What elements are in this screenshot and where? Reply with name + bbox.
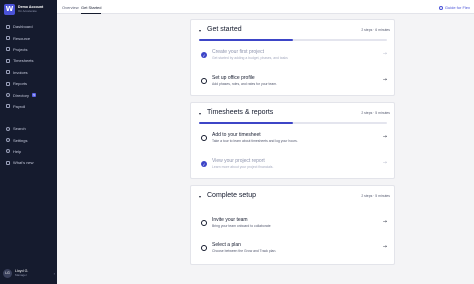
step-title: Add to your timesheet	[212, 132, 261, 138]
sidebar-item-projects[interactable]: Projects	[3, 44, 55, 55]
account-logo: W	[4, 3, 15, 15]
step-office-profile[interactable]: Set up office profile Add phases, roles,…	[191, 72, 396, 94]
tab-get-started[interactable]: Get Started	[81, 5, 102, 14]
account-plan: On Accelerate	[18, 9, 37, 13]
sidebar-item-dashboard[interactable]: Dashboard	[3, 21, 55, 32]
step-add-timesheet[interactable]: Add to your timesheet Take a tour to lea…	[191, 129, 396, 151]
resource-icon	[6, 36, 10, 41]
step-description: Learn more about your project financials…	[212, 165, 274, 169]
sidebar-nav: Dashboard Resource Projects Timesheets I…	[3, 21, 55, 112]
help-icon	[6, 149, 10, 154]
step-description: Get started by adding a budget, phases, …	[212, 56, 288, 60]
caret-down-icon: ▾	[199, 194, 202, 199]
section-progress-bar	[199, 39, 387, 41]
progress-fill	[199, 39, 293, 41]
empty-circle-icon	[201, 78, 207, 84]
step-title: Create your first project	[212, 49, 264, 55]
arrow-right-icon: →	[382, 160, 387, 166]
empty-circle-icon	[201, 220, 207, 226]
reports-icon	[6, 81, 10, 86]
sidebar-item-invoices[interactable]: Invoices	[3, 67, 55, 78]
step-title: Set up office profile	[212, 75, 255, 81]
caret-down-icon: ▾	[199, 28, 202, 33]
sidebar-item-help[interactable]: Help	[3, 146, 55, 157]
guide-button[interactable]: Guide for Flex	[439, 5, 470, 10]
payroll-icon	[6, 104, 10, 109]
sidebar-item-search[interactable]: Search	[3, 123, 55, 134]
sidebar-item-timesheets[interactable]: Timesheets	[3, 55, 55, 66]
section-timesheets-reports: ▾ Timesheets & reports 2 steps · 5 minut…	[190, 102, 395, 179]
invoices-icon	[6, 70, 10, 75]
section-title: Timesheets & reports	[207, 109, 274, 116]
dashboard-icon	[6, 24, 10, 29]
section-header[interactable]: ▾ Complete setup 2 steps · 5 minutes	[191, 186, 396, 206]
section-progress-bar	[199, 122, 387, 124]
step-description: Add phases, roles, and rates for your te…	[212, 82, 278, 86]
search-icon	[6, 126, 10, 131]
step-description: Bring your team onboard to collaborate	[212, 224, 271, 228]
app: W Demo Account On Accelerate Dashboard R…	[0, 0, 474, 284]
account-switcher[interactable]: W Demo Account On Accelerate	[4, 3, 54, 15]
megaphone-icon	[6, 160, 10, 165]
section-meta: 2 steps · 5 minutes	[361, 111, 390, 115]
sidebar-item-settings[interactable]: Settings	[3, 134, 55, 145]
avatar: LG	[3, 268, 12, 278]
empty-circle-icon	[201, 135, 207, 141]
arrow-right-icon: →	[382, 77, 387, 83]
section-meta: 2 steps · 5 minutes	[361, 194, 390, 198]
sidebar: W Demo Account On Accelerate Dashboard R…	[0, 0, 57, 284]
arrow-right-icon: →	[382, 51, 387, 57]
sidebar-item-resource[interactable]: Resource	[3, 32, 55, 43]
section-title: Get started	[207, 26, 242, 33]
projects-icon	[6, 47, 10, 52]
chevron-right-icon: ›	[53, 270, 55, 276]
step-select-plan[interactable]: Select a plan Choose between the Grow an…	[191, 239, 396, 261]
check-circle-icon: ✓	[201, 161, 207, 167]
section-complete-setup: ▾ Complete setup 2 steps · 5 minutes Inv…	[190, 185, 395, 265]
gear-icon	[6, 138, 10, 143]
sidebar-bottom-nav: Search Settings Help What's new	[3, 123, 55, 169]
step-description: Take a tour to learn about timesheets an…	[212, 139, 298, 143]
directory-icon	[6, 93, 10, 98]
arrow-right-icon: →	[382, 134, 387, 140]
caret-down-icon: ▾	[199, 111, 202, 116]
step-create-project[interactable]: ✓ Create your first project Get started …	[191, 46, 396, 68]
step-invite-team[interactable]: Invite your team Bring your team onboard…	[191, 214, 396, 236]
arrow-right-icon: →	[382, 219, 387, 225]
section-get-started: ▾ Get started 2 steps · 6 minutes ✓ Crea…	[190, 19, 395, 96]
section-title: Complete setup	[207, 192, 257, 199]
step-title: Invite your team	[212, 217, 248, 223]
arrow-right-icon: →	[382, 244, 387, 250]
section-header[interactable]: ▾ Timesheets & reports 2 steps · 5 minut…	[191, 103, 396, 123]
guide-icon	[439, 5, 444, 10]
step-view-report[interactable]: ✓ View your project report Learn more ab…	[191, 155, 396, 177]
user-menu[interactable]: LG Lloyd G. Manager ›	[3, 266, 55, 280]
guide-label: Guide for Flex	[444, 5, 470, 10]
directory-count-badge: 5	[32, 93, 37, 98]
user-role: Manager	[15, 273, 27, 277]
check-circle-icon: ✓	[201, 52, 207, 58]
section-header[interactable]: ▾ Get started 2 steps · 6 minutes	[191, 20, 396, 40]
tab-overview[interactable]: Overview	[62, 5, 79, 14]
sidebar-item-directory[interactable]: Directory 5	[3, 89, 55, 100]
step-title: Select a plan	[212, 242, 241, 248]
sidebar-item-whats-new[interactable]: What's new	[3, 157, 55, 168]
sidebar-item-reports[interactable]: Reports	[3, 78, 55, 89]
progress-fill	[199, 122, 293, 124]
timesheets-icon	[6, 58, 10, 63]
section-meta: 2 steps · 6 minutes	[361, 28, 390, 32]
sidebar-item-payroll[interactable]: Payroll	[3, 101, 55, 112]
step-title: View your project report	[212, 158, 265, 164]
step-description: Choose between the Grow and Track plan.	[212, 249, 277, 253]
top-bar: Overview Get Started Guide for Flex	[57, 0, 474, 14]
empty-circle-icon	[201, 245, 207, 251]
